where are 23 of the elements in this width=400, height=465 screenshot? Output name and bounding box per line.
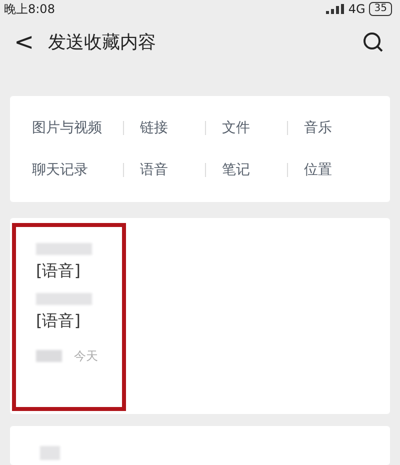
favorite-time: 今天	[74, 348, 98, 366]
category-link[interactable]: 链接	[140, 118, 168, 139]
battery-level: 35	[369, 2, 392, 16]
category-link[interactable]: 文件	[222, 118, 250, 139]
search-icon[interactable]	[362, 31, 384, 54]
redaction-mark	[36, 243, 92, 256]
redaction-mark	[40, 446, 60, 460]
voice-message-label: [语音]	[36, 310, 82, 332]
page-title: 发送收藏内容	[48, 30, 157, 55]
category-link[interactable]: 图片与视频	[32, 118, 102, 139]
redaction-mark	[36, 293, 92, 306]
signal-icon	[326, 4, 344, 14]
favorite-card[interactable]: [语音] [语音] 今天	[10, 218, 390, 414]
voice-message-label: [语音]	[36, 260, 82, 282]
category-link[interactable]: 聊天记录	[32, 160, 88, 181]
redaction-mark	[36, 350, 62, 362]
network-label: 4G	[348, 1, 366, 18]
category-link[interactable]: 笔记	[222, 160, 250, 181]
status-time: 晚上8:08	[4, 1, 55, 18]
category-link[interactable]: 位置	[304, 160, 332, 181]
back-button[interactable]: <	[12, 24, 36, 60]
category-link[interactable]: 音乐	[304, 118, 332, 139]
category-link[interactable]: 语音	[140, 160, 168, 181]
